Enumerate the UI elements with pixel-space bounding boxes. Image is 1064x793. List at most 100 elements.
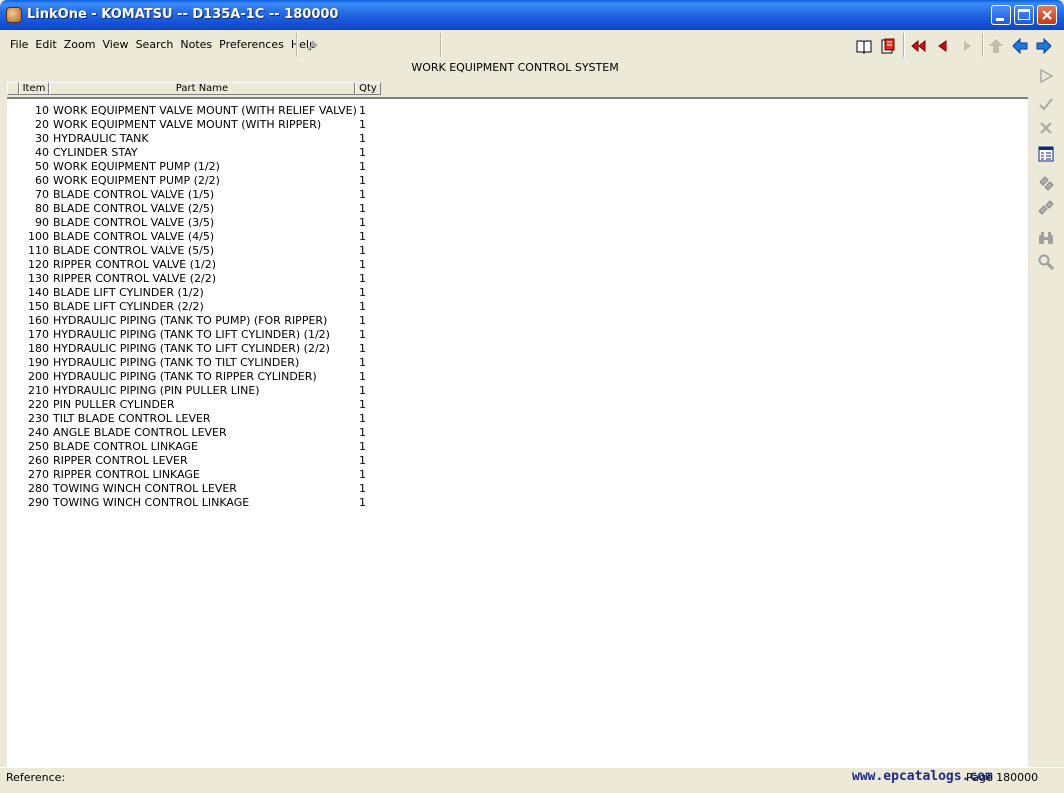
- expand-arrow-icon[interactable]: [8, 287, 16, 297]
- expand-arrow-icon[interactable]: [8, 469, 16, 479]
- list-item[interactable]: 70 BLADE CONTROL VALVE (1/5) 1: [7, 188, 407, 202]
- next-icon[interactable]: [959, 38, 975, 54]
- unlink-icon[interactable]: [1038, 200, 1054, 216]
- column-header-part-name[interactable]: Part Name: [49, 82, 355, 95]
- expand-arrow-icon[interactable]: [8, 455, 16, 465]
- quantity: 1: [359, 356, 366, 369]
- expand-arrow-icon[interactable]: [8, 161, 16, 171]
- first-icon[interactable]: [910, 38, 926, 54]
- menu-file[interactable]: File: [10, 38, 28, 51]
- link-icon[interactable]: [1038, 176, 1054, 192]
- expand-arrow-icon[interactable]: [8, 147, 16, 157]
- expand-arrow-icon[interactable]: [8, 441, 16, 451]
- list-item[interactable]: 150 BLADE LIFT CYLINDER (2/2) 1: [7, 300, 407, 314]
- list-item[interactable]: 60 WORK EQUIPMENT PUMP (2/2) 1: [7, 174, 407, 188]
- list-item[interactable]: 140 BLADE LIFT CYLINDER (1/2) 1: [7, 286, 407, 300]
- menu-bar: File Edit Zoom View Search Notes Preferences He…: [0, 30, 1064, 61]
- expand-arrow-icon[interactable]: [8, 427, 16, 437]
- list-item[interactable]: 10 WORK EQUIPMENT VALVE MOUNT (WITH RELIE…: [7, 104, 407, 118]
- up-icon[interactable]: [988, 38, 1004, 54]
- list-item[interactable]: 160 HYDRAULIC PIPING (TANK TO PUMP) (FOR …: [7, 314, 407, 328]
- expand-arrow-icon[interactable]: [8, 231, 16, 241]
- back-icon[interactable]: [1012, 38, 1028, 54]
- list-item[interactable]: 280 TOWING WINCH CONTROL LEVER 1: [7, 482, 407, 496]
- list-icon[interactable]: [1038, 146, 1054, 162]
- list-item[interactable]: 200 HYDRAULIC PIPING (TANK TO RIPPER CYLI…: [7, 370, 407, 384]
- expand-arrow-icon[interactable]: [8, 385, 16, 395]
- quantity: 1: [359, 314, 366, 327]
- menu-view[interactable]: View: [102, 38, 128, 51]
- magnifier-icon[interactable]: [1038, 254, 1054, 270]
- list-item[interactable]: 20 WORK EQUIPMENT VALVE MOUNT (WITH RIPPE…: [7, 118, 407, 132]
- list-item[interactable]: 170 HYDRAULIC PIPING (TANK TO LIFT CYLIND…: [7, 328, 407, 342]
- menu-items: File Edit Zoom View Search Notes Preferences He…: [10, 38, 323, 51]
- list-item[interactable]: 30 HYDRAULIC TANK 1: [7, 132, 407, 146]
- list-item[interactable]: 50 WORK EQUIPMENT PUMP (1/2) 1: [7, 160, 407, 174]
- expand-arrow-icon[interactable]: [8, 273, 16, 283]
- check-icon[interactable]: [1038, 96, 1054, 112]
- expand-arrow-icon[interactable]: [8, 315, 16, 325]
- close-button[interactable]: [1037, 5, 1057, 25]
- column-header-qty[interactable]: Qty: [355, 82, 381, 95]
- list-item[interactable]: 120 RIPPER CONTROL VALVE (1/2) 1: [7, 258, 407, 272]
- quantity: 1: [359, 482, 366, 495]
- expand-arrow-icon[interactable]: [8, 259, 16, 269]
- expand-arrow-icon[interactable]: [8, 329, 16, 339]
- expand-arrow-icon[interactable]: [8, 497, 16, 507]
- quantity: 1: [359, 412, 366, 425]
- expand-arrow-icon[interactable]: [8, 301, 16, 311]
- list-item[interactable]: 80 BLADE CONTROL VALVE (2/5) 1: [7, 202, 407, 216]
- menu-edit[interactable]: Edit: [35, 38, 56, 51]
- play-icon[interactable]: [1038, 68, 1054, 84]
- expand-arrow-icon[interactable]: [8, 175, 16, 185]
- expand-arrow-icon[interactable]: [8, 133, 16, 143]
- expand-arrow-icon[interactable]: [8, 399, 16, 409]
- list-item[interactable]: 260 RIPPER CONTROL LEVER 1: [7, 454, 407, 468]
- expand-arrow-icon[interactable]: [8, 189, 16, 199]
- menu-preferences[interactable]: Preferences: [219, 38, 284, 51]
- prev-icon[interactable]: [935, 38, 951, 54]
- binoculars-icon[interactable]: [1038, 230, 1054, 246]
- part-name: WORK EQUIPMENT VALVE MOUNT (WITH RELIEF …: [53, 104, 357, 117]
- expand-arrow-icon[interactable]: [8, 357, 16, 367]
- list-item[interactable]: 130 RIPPER CONTROL VALVE (2/2) 1: [7, 272, 407, 286]
- expand-arrow-icon[interactable]: [8, 343, 16, 353]
- item-number: 40: [35, 146, 49, 159]
- cross-icon[interactable]: [1038, 120, 1054, 136]
- book-icon[interactable]: [856, 38, 872, 54]
- menu-notes[interactable]: Notes: [180, 38, 212, 51]
- expand-arrow-icon[interactable]: [8, 483, 16, 493]
- menu-zoom[interactable]: Zoom: [64, 38, 96, 51]
- menu-search[interactable]: Search: [136, 38, 174, 51]
- list-item[interactable]: 230 TILT BLADE CONTROL LEVER 1: [7, 412, 407, 426]
- list-item[interactable]: 100 BLADE CONTROL VALVE (4/5) 1: [7, 230, 407, 244]
- minimize-button[interactable]: [991, 5, 1011, 25]
- part-name: HYDRAULIC PIPING (TANK TO RIPPER CYLINDE…: [53, 370, 317, 383]
- expand-arrow-icon[interactable]: [8, 119, 16, 129]
- print-icon[interactable]: [880, 38, 896, 54]
- list-item[interactable]: 290 TOWING WINCH CONTROL LINKAGE 1: [7, 496, 407, 510]
- list-item[interactable]: 210 HYDRAULIC PIPING (PIN PULLER LINE) 1: [7, 384, 407, 398]
- expand-arrow-icon[interactable]: [8, 217, 16, 227]
- list-item[interactable]: 270 RIPPER CONTROL LINKAGE 1: [7, 468, 407, 482]
- list-item[interactable]: 220 PIN PULLER CYLINDER 1: [7, 398, 407, 412]
- expand-arrow-icon[interactable]: [8, 371, 16, 381]
- list-item[interactable]: 110 BLADE CONTROL VALVE (5/5) 1: [7, 244, 407, 258]
- forward-icon[interactable]: [1036, 38, 1052, 54]
- list-item[interactable]: 180 HYDRAULIC PIPING (TANK TO LIFT CYLIND…: [7, 342, 407, 356]
- pin-icon[interactable]: [304, 38, 320, 54]
- column-header-item[interactable]: Item: [19, 82, 49, 95]
- list-item[interactable]: 40 CYLINDER STAY 1: [7, 146, 407, 160]
- maximize-button[interactable]: [1014, 5, 1034, 25]
- list-item[interactable]: 190 HYDRAULIC PIPING (TANK TO TILT CYLIND…: [7, 356, 407, 370]
- column-header-marker[interactable]: [7, 82, 19, 95]
- list-item[interactable]: 250 BLADE CONTROL LINKAGE 1: [7, 440, 407, 454]
- list-item[interactable]: 240 ANGLE BLADE CONTROL LEVER 1: [7, 426, 407, 440]
- list-item[interactable]: 90 BLADE CONTROL VALVE (3/5) 1: [7, 216, 407, 230]
- expand-arrow-icon[interactable]: [8, 413, 16, 423]
- item-number: 180: [28, 342, 49, 355]
- expand-arrow-icon[interactable]: [8, 203, 16, 213]
- expand-arrow-icon[interactable]: [8, 105, 16, 115]
- expand-arrow-icon[interactable]: [8, 245, 16, 255]
- part-name: HYDRAULIC PIPING (TANK TO TILT CYLINDER): [53, 356, 300, 369]
